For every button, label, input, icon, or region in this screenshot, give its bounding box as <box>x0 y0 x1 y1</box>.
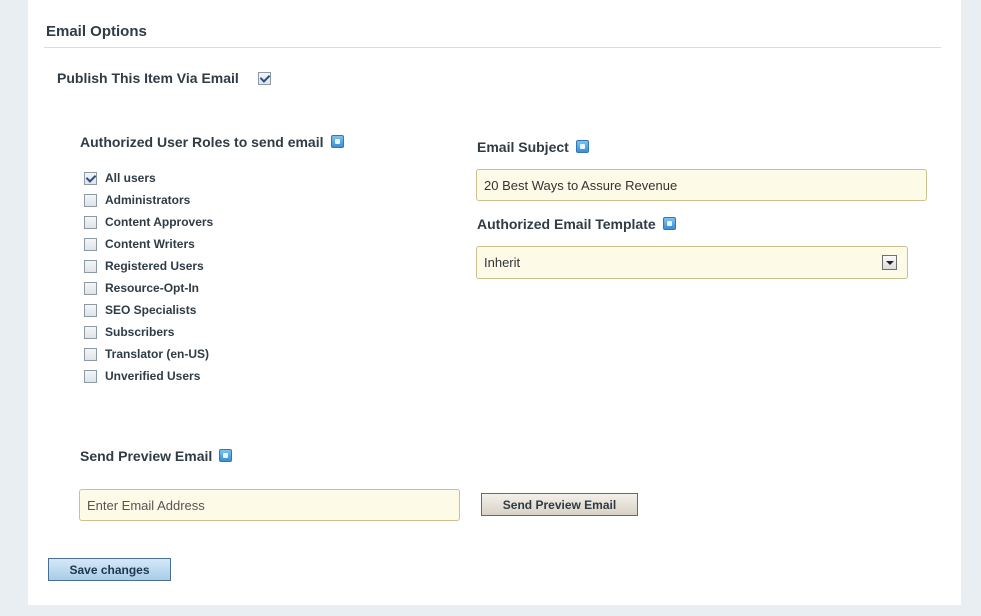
roles-heading: Authorized User Roles to send email <box>80 134 344 150</box>
send-preview-email-button[interactable]: Send Preview Email <box>481 493 638 516</box>
template-heading: Authorized Email Template <box>477 216 676 232</box>
save-changes-button[interactable]: Save changes <box>48 558 171 581</box>
role-item-all-users[interactable]: All users <box>84 167 213 189</box>
email-subject-input[interactable]: 20 Best Ways to Assure Revenue <box>476 169 927 201</box>
role-item-translator[interactable]: Translator (en-US) <box>84 343 213 365</box>
role-label: Subscribers <box>105 325 175 339</box>
role-item-resource-opt-in[interactable]: Resource-Opt-In <box>84 277 213 299</box>
email-template-selected: Inherit <box>484 255 521 270</box>
role-checkbox-resource-opt-in[interactable] <box>84 281 97 295</box>
publish-via-email-checkbox[interactable] <box>257 71 271 85</box>
section-divider <box>44 47 941 48</box>
role-checkbox-seo-specialists[interactable] <box>84 303 97 317</box>
role-item-content-approvers[interactable]: Content Approvers <box>84 211 213 233</box>
role-label: Resource-Opt-In <box>105 281 200 295</box>
preview-email-input[interactable]: Enter Email Address <box>79 489 460 521</box>
roles-heading-label: Authorized User Roles to send email <box>80 134 324 150</box>
role-item-administrators[interactable]: Administrators <box>84 189 213 211</box>
preview-heading-label: Send Preview Email <box>80 448 213 464</box>
role-checkbox-content-approvers[interactable] <box>84 215 97 229</box>
role-label: Content Writers <box>105 237 195 251</box>
publish-via-email-label: Publish This Item Via Email <box>57 70 239 86</box>
role-label: Registered Users <box>105 259 204 273</box>
role-item-seo-specialists[interactable]: SEO Specialists <box>84 299 213 321</box>
role-checkbox-unverified-users[interactable] <box>84 369 97 383</box>
role-label: Translator (en-US) <box>105 347 210 361</box>
dropdown-arrow-icon[interactable] <box>882 255 897 270</box>
role-checkbox-subscribers[interactable] <box>84 325 97 339</box>
help-icon[interactable] <box>575 140 589 153</box>
role-item-registered-users[interactable]: Registered Users <box>84 255 213 277</box>
role-item-subscribers[interactable]: Subscribers <box>84 321 213 343</box>
template-heading-label: Authorized Email Template <box>477 216 656 232</box>
role-label: All users <box>105 171 156 185</box>
role-item-content-writers[interactable]: Content Writers <box>84 233 213 255</box>
role-label: SEO Specialists <box>105 303 197 317</box>
role-item-unverified-users[interactable]: Unverified Users <box>84 365 213 387</box>
preview-heading: Send Preview Email <box>80 448 233 464</box>
roles-list: All users Administrators Content Approve… <box>84 167 213 387</box>
help-icon[interactable] <box>330 135 344 148</box>
role-checkbox-translator[interactable] <box>84 347 97 361</box>
subject-heading: Email Subject <box>477 139 589 155</box>
publish-via-email-row: Publish This Item Via Email <box>57 70 271 86</box>
role-checkbox-all-users[interactable] <box>84 171 97 185</box>
help-icon[interactable] <box>662 217 676 230</box>
role-checkbox-registered-users[interactable] <box>84 259 97 273</box>
role-label: Administrators <box>105 193 191 207</box>
role-checkbox-administrators[interactable] <box>84 193 97 207</box>
role-label: Content Approvers <box>105 215 214 229</box>
subject-heading-label: Email Subject <box>477 139 569 155</box>
help-icon[interactable] <box>219 449 233 462</box>
role-checkbox-content-writers[interactable] <box>84 237 97 251</box>
preview-email-placeholder: Enter Email Address <box>87 497 205 513</box>
email-subject-value: 20 Best Ways to Assure Revenue <box>484 177 678 193</box>
email-template-select[interactable]: Inherit <box>476 246 908 279</box>
role-label: Unverified Users <box>105 369 201 383</box>
section-title: Email Options <box>46 23 147 40</box>
